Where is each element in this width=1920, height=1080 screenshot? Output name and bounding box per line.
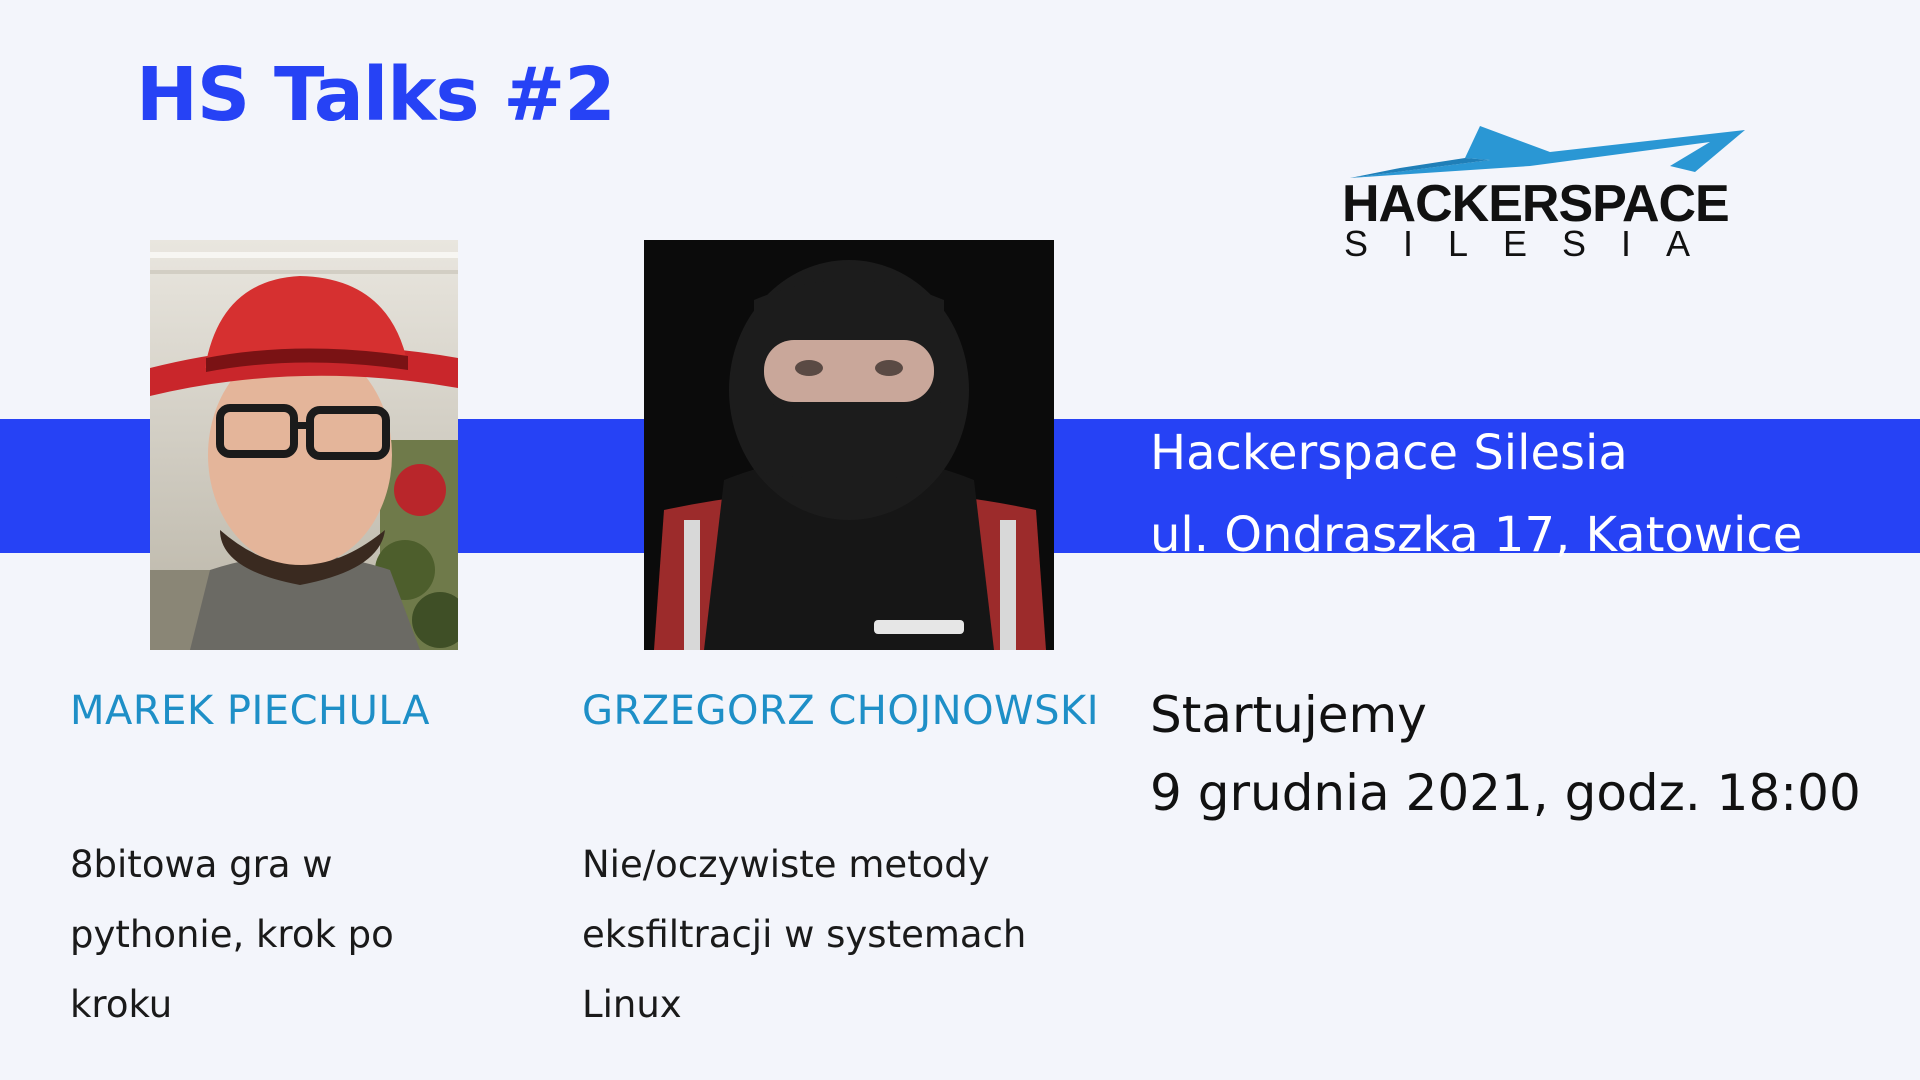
talk-title-1-line: 8bitowa gra w <box>70 843 333 886</box>
logo-word-silesia: SILESIA <box>1344 223 1726 264</box>
talk-title-2-line: Nie/oczywiste metody <box>582 843 990 886</box>
talk-title-1-line: pythonie, krok po <box>70 913 394 956</box>
speaker-photo-marek <box>150 240 458 650</box>
schedule-label: Startujemy <box>1150 686 1427 744</box>
venue-name: Hackerspace Silesia <box>1150 425 1628 481</box>
talk-title-2-line: Linux <box>582 983 682 1026</box>
speaker-photo-grzegorz <box>644 240 1054 650</box>
talk-title-1-line: kroku <box>70 983 173 1026</box>
speaker-name-1: MAREK PIECHULA <box>70 688 430 734</box>
talk-title-2: Nie/oczywiste metody eksfiltracji w syst… <box>582 830 1102 1040</box>
venue-info: Hackerspace Silesia ul. Ondraszka 17, Ka… <box>1150 412 1802 576</box>
speaker-name-2: GRZEGORZ CHOJNOWSKI <box>582 688 1100 734</box>
hackerspace-silesia-logo: HACKERSPACE SILESIA <box>1340 122 1760 262</box>
schedule-info: Startujemy 9 grudnia 2021, godz. 18:00 <box>1150 676 1861 832</box>
venue-address: ul. Ondraszka 17, Katowice <box>1150 507 1803 563</box>
talk-title-1: 8bitowa gra w pythonie, krok po kroku <box>70 830 490 1040</box>
event-title: HS Talks #2 <box>136 52 616 138</box>
talk-title-2-line: eksfiltracji w systemach <box>582 913 1027 956</box>
schedule-datetime: 9 grudnia 2021, godz. 18:00 <box>1150 764 1861 822</box>
